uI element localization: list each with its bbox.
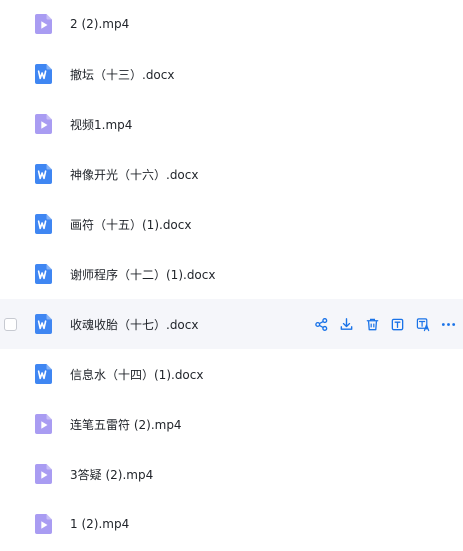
- word-file-icon: [34, 63, 54, 85]
- file-row[interactable]: 视频1.mp4: [0, 99, 463, 149]
- file-list: 2 (2).mp4 撤坛（十三）.docx 视频1.mp4 神像开光（十六）.d…: [0, 0, 463, 551]
- share-icon[interactable]: [313, 316, 329, 332]
- video-file-icon: [34, 463, 54, 485]
- download-icon[interactable]: [339, 316, 355, 332]
- word-file-icon: [34, 263, 54, 285]
- file-name[interactable]: 收魂收胎（十七）.docx: [70, 316, 198, 333]
- row-checkbox[interactable]: [4, 317, 17, 331]
- more-icon[interactable]: [441, 316, 457, 332]
- file-row[interactable]: 谢师程序（十二）(1).docx: [0, 249, 463, 299]
- file-name[interactable]: 谢师程序（十二）(1).docx: [70, 266, 215, 283]
- file-name[interactable]: 1 (2).mp4: [70, 517, 129, 531]
- file-name[interactable]: 神像开光（十六）.docx: [70, 166, 198, 183]
- file-row[interactable]: 信息水（十四）(1).docx: [0, 349, 463, 399]
- file-name[interactable]: 2 (2).mp4: [70, 17, 129, 31]
- file-row[interactable]: 画符（十五）(1).docx: [0, 199, 463, 249]
- text-extract-icon[interactable]: [390, 316, 406, 332]
- file-row[interactable]: 收魂收胎（十七）.docx: [0, 299, 463, 349]
- file-name[interactable]: 视频1.mp4: [70, 116, 132, 133]
- file-row[interactable]: 连笔五雷符 (2).mp4: [0, 399, 463, 449]
- word-file-icon: [34, 163, 54, 185]
- video-file-icon: [34, 113, 54, 135]
- file-row[interactable]: 神像开光（十六）.docx: [0, 149, 463, 199]
- file-row[interactable]: 撤坛（十三）.docx: [0, 49, 463, 99]
- file-name[interactable]: 连笔五雷符 (2).mp4: [70, 416, 182, 433]
- file-name[interactable]: 画符（十五）(1).docx: [70, 216, 191, 233]
- video-file-icon: [34, 413, 54, 435]
- file-row[interactable]: 2 (2).mp4: [0, 0, 463, 49]
- row-actions: [313, 316, 463, 332]
- word-file-icon: [34, 313, 54, 335]
- file-name[interactable]: 3答疑 (2).mp4: [70, 466, 153, 483]
- delete-icon[interactable]: [364, 316, 380, 332]
- video-file-icon: [34, 513, 54, 535]
- word-file-icon: [34, 213, 54, 235]
- video-file-icon: [34, 13, 54, 35]
- file-row[interactable]: 1 (2).mp4: [0, 499, 463, 549]
- file-row[interactable]: 3答疑 (2).mp4: [0, 449, 463, 499]
- word-file-icon: [34, 363, 54, 385]
- file-name[interactable]: 信息水（十四）(1).docx: [70, 366, 203, 383]
- translate-icon[interactable]: [415, 316, 431, 332]
- file-name[interactable]: 撤坛（十三）.docx: [70, 66, 174, 83]
